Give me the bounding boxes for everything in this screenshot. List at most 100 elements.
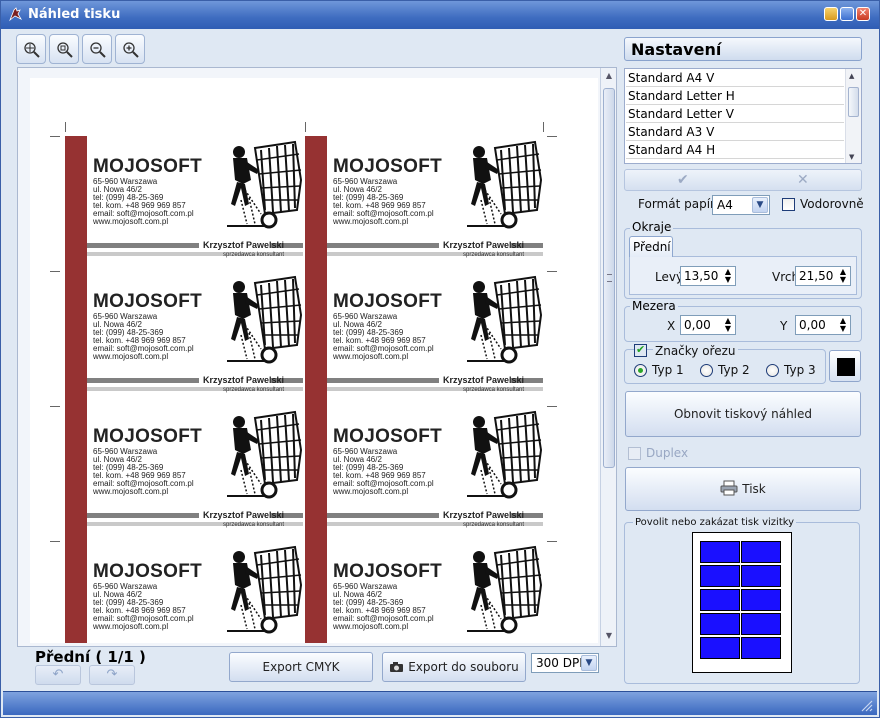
paper-format-select[interactable]: A4 ▼: [712, 195, 770, 215]
card-person-name: Krzysztof Pawelski: [443, 240, 525, 250]
paper-template-item[interactable]: Standard Letter V: [626, 105, 844, 123]
card-rule: [87, 513, 199, 518]
zoom-page-button[interactable]: [49, 34, 79, 64]
spin-arrows-icon[interactable]: ▲ ▼: [838, 317, 848, 333]
export-cmyk-button[interactable]: Export CMYK: [229, 652, 373, 682]
paper-template-item[interactable]: Standard A4 H: [626, 141, 844, 159]
margin-left-label: Levý: [655, 270, 684, 284]
worker-illustration-icon: [227, 410, 303, 499]
crop-type3-radio[interactable]: [766, 364, 779, 377]
card-accent-bar: [65, 136, 87, 271]
scrollbar-thumb[interactable]: [848, 87, 859, 117]
duplex-checkbox[interactable]: [628, 447, 641, 460]
crop-mark: [305, 122, 306, 132]
scroll-down-icon[interactable]: ▼: [849, 153, 854, 161]
card-slot-toggle[interactable]: [700, 541, 740, 563]
card-enable-caption: Povolit nebo zakázat tisk vizitky: [633, 517, 797, 528]
business-card: MOJOSOFT 65-960 Warszawa ul. Nowa 46/2 tel:…: [305, 271, 543, 406]
card-slot-toggle[interactable]: [700, 637, 740, 659]
scroll-up-icon[interactable]: ▲: [849, 72, 854, 80]
card-accent-bar: [305, 406, 327, 541]
card-slot-toggle[interactable]: [700, 613, 740, 635]
card-slot-toggle[interactable]: [741, 541, 781, 563]
worker-illustration-icon: [467, 140, 543, 229]
worker-illustration-icon: [467, 410, 543, 499]
crop-mark-color-button[interactable]: [829, 350, 861, 382]
card-slot-toggle[interactable]: [741, 565, 781, 587]
paper-template-list[interactable]: Standard A4 V Standard Letter H Standard L…: [624, 68, 862, 164]
list-confirm-bar: ✔ ✕: [624, 169, 862, 191]
card-contact-info: 65-960 Warszawa ul. Nowa 46/2 tel: (099) 4…: [93, 448, 194, 496]
card-slot-toggle[interactable]: [741, 637, 781, 659]
card-accent-bar: [65, 406, 87, 541]
card-person-name: Krzysztof Pawelski: [203, 375, 285, 385]
card-accent-bar: [305, 271, 327, 406]
export-file-button[interactable]: Export do souboru: [382, 652, 526, 682]
spin-arrows-icon[interactable]: ▲ ▼: [723, 317, 733, 333]
card-slot-toggle[interactable]: [741, 613, 781, 635]
card-info-line: www.mojosoft.com.pl: [333, 487, 409, 496]
card-person-role: sprzedawca konsultant: [223, 387, 285, 393]
landscape-checkbox[interactable]: [782, 198, 795, 211]
refresh-preview-button[interactable]: Obnovit tiskový náhled: [625, 391, 861, 437]
worker-illustration-icon: [227, 275, 303, 364]
preview-scrollbar[interactable]: ▲ ▼: [600, 68, 616, 646]
print-preview-area: MOJOSOFT 65-960 Warszawa ul. Nowa 46/2 tel:…: [17, 67, 617, 647]
redo-button[interactable]: ↷: [89, 665, 135, 685]
crop-type1-label: Typ 1: [652, 363, 684, 377]
card-slot-toggle[interactable]: [741, 589, 781, 611]
minimize-button[interactable]: [824, 7, 838, 21]
cancel-x-icon[interactable]: ✕: [797, 172, 809, 188]
crop-type2-radio[interactable]: [700, 364, 713, 377]
gap-x-value: 0,00: [684, 318, 711, 332]
confirm-check-icon[interactable]: ✔: [677, 172, 689, 188]
paper-template-item[interactable]: Standard Letter H: [626, 87, 844, 105]
dpi-select[interactable]: 300 DPI ▼: [531, 653, 599, 673]
tab-margins-front[interactable]: Přední: [629, 236, 673, 257]
maximize-button[interactable]: [840, 7, 854, 21]
zoom-page-icon: [57, 42, 73, 58]
dpi-value: 300 DPI: [536, 656, 583, 670]
card-slot-toggle[interactable]: [700, 565, 740, 587]
zoom-in-button[interactable]: [115, 34, 145, 64]
scrollbar-thumb[interactable]: [603, 88, 615, 468]
resize-grip-icon[interactable]: [861, 700, 873, 712]
gap-caption: Mezera: [630, 299, 678, 313]
card-company-name: MOJOSOFT: [333, 426, 443, 447]
title-bar: Náhled tisku ✕: [1, 1, 879, 29]
paper-template-item[interactable]: Standard A3 V: [626, 123, 844, 141]
worker-illustration-icon: [227, 140, 303, 229]
zoom-in-icon: [123, 42, 139, 58]
gap-y-stepper[interactable]: 0,00 ▲ ▼: [795, 315, 851, 335]
scroll-up-icon[interactable]: ▲: [604, 71, 614, 80]
card-accent-bar: [305, 541, 327, 643]
zoom-out-button[interactable]: [82, 34, 112, 64]
spin-arrows-icon[interactable]: ▲ ▼: [838, 268, 848, 284]
print-button[interactable]: Tisk: [625, 467, 861, 511]
gap-x-label: X: [667, 319, 676, 333]
spin-arrows-icon[interactable]: ▲ ▼: [723, 268, 733, 284]
undo-button[interactable]: ↶: [35, 665, 81, 685]
zoom-fit-button[interactable]: [16, 34, 46, 64]
gap-y-value: 0,00: [799, 318, 826, 332]
gap-x-stepper[interactable]: 0,00 ▲ ▼: [680, 315, 736, 335]
paper-template-item[interactable]: Standard A4 V: [626, 69, 844, 87]
crop-mark: [543, 122, 544, 132]
crop-mark: [50, 271, 60, 272]
card-company-name: MOJOSOFT: [333, 291, 443, 312]
margin-left-stepper[interactable]: 13,50 ▲ ▼: [680, 266, 736, 286]
business-card: MOJOSOFT 65-960 Warszawa ul. Nowa 46/2 tel:…: [305, 541, 543, 643]
card-company-name: MOJOSOFT: [333, 156, 443, 177]
business-card: MOJOSOFT 65-960 Warszawa ul. Nowa 46/2 tel:…: [65, 271, 303, 406]
margin-top-stepper[interactable]: 21,50 ▲ ▼: [795, 266, 851, 286]
crop-type1-radio[interactable]: [634, 364, 647, 377]
card-slot-toggle[interactable]: [700, 589, 740, 611]
card-person-role: sprzedawca konsultant: [223, 252, 285, 258]
crop-mark: [547, 406, 557, 407]
crop-mark: [65, 122, 66, 132]
close-button[interactable]: ✕: [856, 7, 870, 21]
card-person-role: sprzedawca konsultant: [463, 387, 525, 393]
crop-marks-checkbox[interactable]: [634, 343, 647, 357]
scroll-down-icon[interactable]: ▼: [604, 631, 614, 640]
paper-list-scrollbar[interactable]: ▲ ▼: [845, 69, 861, 163]
